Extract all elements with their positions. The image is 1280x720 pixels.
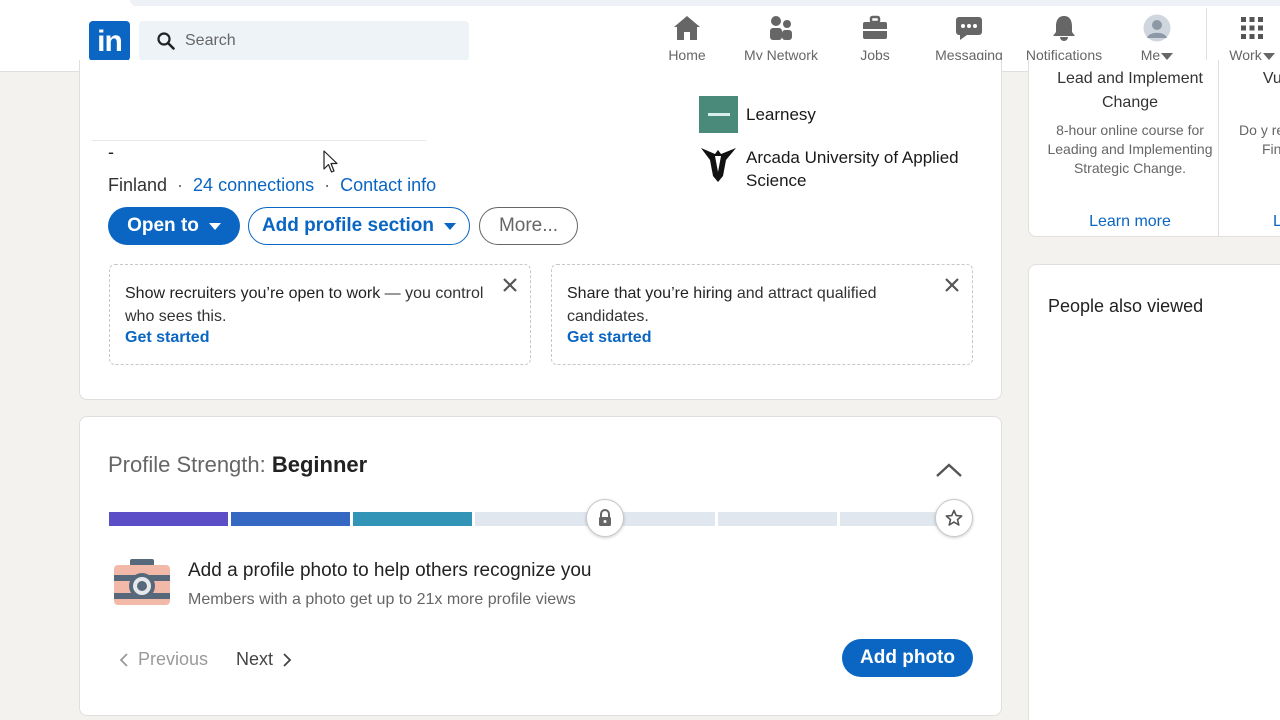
search-input[interactable] <box>185 21 455 61</box>
hiring-promo: Share that you’re hiring and attract qua… <box>551 264 973 365</box>
browser-strip <box>130 0 1280 6</box>
learn-more-link[interactable]: Le <box>1273 213 1280 231</box>
chevron-down-icon <box>1262 52 1275 60</box>
open-to-label: Open to <box>127 215 199 236</box>
star-icon <box>945 509 963 526</box>
ad-divider <box>1218 60 1219 236</box>
profile-strength-level: Beginner <box>271 452 368 477</box>
chevron-down-icon <box>208 222 221 230</box>
briefcase-icon <box>863 15 887 39</box>
profile-strength-card: Profile Strength: Beginner Add a profile… <box>79 416 1002 716</box>
add-photo-button[interactable]: Add photo <box>842 639 973 677</box>
get-started-link[interactable]: Get started <box>125 329 209 347</box>
separator: · <box>177 175 184 195</box>
location: Finland <box>108 175 168 195</box>
profile-strength-label: Profile Strength: <box>108 452 266 477</box>
ad-description: 8-hour online course for Leading and Imp… <box>1047 122 1213 176</box>
search-icon <box>157 32 175 50</box>
chevron-down-icon <box>1161 52 1174 60</box>
meter-segment-filled <box>352 512 472 526</box>
location-row: Finland · 24 connections · Contact info <box>108 175 436 196</box>
open-to-button[interactable]: Open to <box>108 207 240 245</box>
open-to-work-promo: Show recruiters you’re open to work — yo… <box>109 264 531 365</box>
previous-button[interactable]: Previous <box>118 649 208 670</box>
mouse-cursor-icon <box>323 150 338 173</box>
education-name: Learnesy <box>746 105 816 124</box>
ad-item[interactable]: Vulne Do y requirem Find O <box>1233 60 1280 159</box>
promo-bold: Show recruiters you’re open to work <box>125 285 381 302</box>
close-icon[interactable] <box>942 275 962 295</box>
home-icon <box>674 16 700 40</box>
meter-segment-empty <box>474 512 594 526</box>
get-started-link[interactable]: Get started <box>567 329 651 347</box>
tip-subtitle: Members with a photo get up to 21x more … <box>188 591 576 608</box>
linkedin-logo[interactable]: in <box>89 21 130 61</box>
search-box[interactable] <box>139 21 469 61</box>
divider <box>92 140 426 141</box>
profile-strength-title: Profile Strength: Beginner <box>108 452 367 478</box>
ad-title: Lead and Implement Change <box>1057 70 1203 111</box>
learnesy-logo <box>699 96 738 133</box>
learn-more-link[interactable]: Learn more <box>1043 213 1217 231</box>
contact-info-link[interactable]: Contact info <box>340 175 436 195</box>
chevron-left-icon <box>119 652 128 667</box>
chevron-down-icon <box>444 222 457 230</box>
meter-segment-filled <box>109 512 228 526</box>
strength-meter <box>109 512 959 526</box>
ad-description: Do y requirem Find O <box>1239 122 1280 157</box>
education-item[interactable]: Learnesy <box>699 96 816 133</box>
tip-title: Add a profile photo to help others recog… <box>188 560 592 581</box>
grid-icon <box>1241 17 1263 39</box>
meter-segment-filled <box>230 512 350 526</box>
connections-link[interactable]: 24 connections <box>193 175 314 195</box>
bell-icon <box>1053 16 1075 41</box>
previous-label: Previous <box>138 649 209 669</box>
ad-title: Vulne <box>1262 70 1280 87</box>
add-profile-section-button[interactable]: Add profile section <box>248 207 470 245</box>
education-item[interactable]: Arcada University of Applied Science <box>699 146 976 192</box>
people-icon <box>770 16 792 40</box>
lock-icon <box>599 509 611 526</box>
more-button[interactable]: More... <box>479 207 578 245</box>
promo-bold: Share that you’re hiring <box>567 285 733 302</box>
close-icon[interactable] <box>500 275 520 295</box>
avatar <box>1143 14 1171 42</box>
chat-icon <box>956 17 982 40</box>
people-also-viewed-title: People also viewed <box>1048 296 1204 316</box>
chevron-right-icon <box>283 652 292 667</box>
education-name: Arcada University of Applied Science <box>746 148 959 190</box>
promo-text: Show recruiters you’re open to work — yo… <box>125 282 485 328</box>
next-button[interactable]: Next <box>236 649 293 670</box>
headline: - <box>108 142 114 162</box>
add-profile-section-label: Add profile section <box>261 215 435 236</box>
people-also-viewed-card: People also viewed <box>1028 264 1280 720</box>
star-icon-badge <box>935 499 973 537</box>
meter-segment-empty <box>718 512 838 526</box>
separator: · <box>324 175 331 195</box>
camera-icon <box>114 559 170 605</box>
lock-icon-badge <box>586 499 624 537</box>
arcada-logo <box>701 148 736 182</box>
promo-text: Share that you’re hiring and attract qua… <box>567 282 927 328</box>
ad-item[interactable]: Lead and Implement Change 8-hour online … <box>1043 60 1217 178</box>
chevron-up-icon[interactable] <box>935 461 963 479</box>
ad-card: Lead and Implement Change 8-hour online … <box>1028 60 1280 237</box>
profile-card: - Finland · 24 connections · Contact info Op… <box>79 60 1002 400</box>
next-label: Next <box>236 649 274 669</box>
